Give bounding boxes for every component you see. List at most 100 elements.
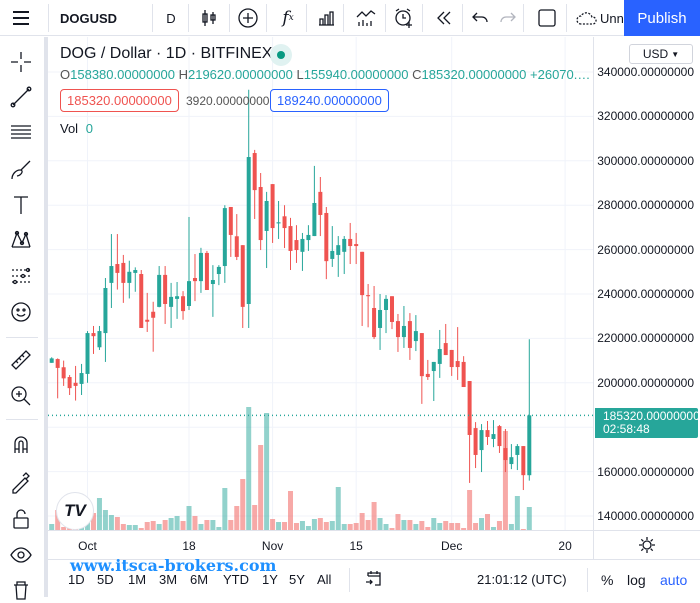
brush-icon[interactable] (8, 157, 34, 183)
currency-select[interactable]: USD ▼ (629, 44, 693, 64)
go-to-date-icon[interactable] (365, 570, 383, 591)
range-3m[interactable]: 3M (159, 572, 177, 587)
volume-bar (240, 479, 246, 530)
volume-bar (514, 496, 520, 530)
tradingview-logo[interactable]: TV (56, 492, 94, 530)
ruler-icon[interactable] (8, 347, 34, 373)
price-axis[interactable]: USD ▼ 340000.00000000 320000.00000000 30000… (593, 37, 700, 530)
candle-body (139, 274, 144, 328)
volume-bar (329, 521, 335, 530)
layout-name[interactable]: Unn (600, 0, 624, 36)
add-symbol-icon[interactable] (236, 0, 260, 36)
candle-body (324, 212, 329, 262)
undo-icon[interactable] (469, 0, 491, 36)
candle-body (228, 206, 233, 235)
divider (266, 4, 267, 32)
candle-body (234, 236, 239, 257)
range-6m[interactable]: 6M (190, 572, 208, 587)
layout-icon[interactable] (535, 0, 559, 36)
magnet-icon[interactable] (8, 432, 34, 458)
volume-bar (264, 413, 270, 530)
emoji-icon[interactable] (8, 299, 34, 325)
buy-button[interactable]: 189240.00000000 (270, 89, 389, 112)
range-1y[interactable]: 1Y (262, 572, 278, 587)
volume-bar (180, 521, 186, 530)
high-value: 219620.00000000 (187, 67, 293, 82)
bar-chart-icon[interactable] (314, 0, 338, 36)
volume-bar (192, 516, 198, 530)
percent-toggle[interactable]: % (601, 572, 613, 588)
open-value: 158380.00000000 (70, 67, 175, 82)
range-all[interactable]: All (317, 572, 331, 587)
redo-icon[interactable] (497, 0, 519, 36)
volume-bar (473, 523, 479, 530)
divider (349, 568, 350, 592)
range-1d[interactable]: 1D (68, 572, 85, 587)
volume-bar (419, 521, 425, 530)
publish-button[interactable]: Publish (624, 0, 700, 36)
candle-body (216, 266, 221, 275)
candle-body (348, 238, 353, 247)
candle-body (282, 216, 287, 229)
cloud-icon[interactable] (574, 0, 600, 36)
ohlc-values: O158380.00000000 H219620.00000000 L15594… (60, 67, 591, 82)
volume-bar (228, 520, 234, 530)
drawing-toolbar (0, 37, 48, 600)
divider (6, 337, 38, 338)
volume-bar (443, 521, 449, 530)
lock-icon[interactable] (8, 506, 34, 532)
volume-bar (144, 522, 150, 530)
alert-icon[interactable] (392, 0, 416, 36)
candle-body (97, 331, 102, 348)
symbol-search-button[interactable]: DOGUSD (60, 0, 117, 36)
candle-body (336, 245, 341, 255)
range-5y[interactable]: 5Y (289, 572, 305, 587)
candle-body (145, 319, 150, 322)
volume-bar (467, 490, 473, 530)
crosshair-icon[interactable] (8, 49, 34, 75)
replay-icon[interactable] (432, 0, 456, 36)
volume-bar (395, 514, 401, 530)
volume-legend: Vol 0 (60, 121, 93, 136)
pattern-icon[interactable] (8, 227, 34, 253)
zoom-in-icon[interactable] (8, 383, 34, 409)
horizontal-lines-icon[interactable] (8, 119, 34, 145)
candle-body (85, 333, 90, 374)
interval-button[interactable]: D (160, 0, 182, 36)
candle-body (509, 457, 514, 465)
prediction-icon[interactable] (8, 263, 34, 289)
lock-drawing-icon[interactable] (8, 469, 34, 495)
menu-icon[interactable] (6, 0, 36, 36)
candle-body (431, 361, 436, 372)
trend-line-icon[interactable] (8, 84, 34, 110)
range-ytd[interactable]: YTD (223, 572, 249, 587)
volume-bar (246, 407, 252, 530)
range-5d[interactable]: 5D (97, 572, 114, 587)
divider (587, 568, 588, 592)
sell-button[interactable]: 185320.00000000 (60, 89, 179, 112)
candle-body (395, 321, 400, 338)
time-axis[interactable]: Oct 18 Nov 15 Dec 20 (48, 530, 700, 559)
volume-bar (293, 523, 299, 530)
log-toggle[interactable]: log (627, 572, 646, 588)
trash-icon[interactable] (8, 577, 34, 603)
change-value: +26070.… (530, 67, 591, 82)
clock-time[interactable]: 21:01:12 (UTC) (477, 572, 567, 587)
text-icon[interactable] (8, 192, 34, 218)
candle-body (318, 191, 323, 215)
candle-body (527, 415, 532, 476)
settings-icon[interactable] (638, 536, 656, 557)
last-price-label: 185320.00000000 02:58:48 (595, 408, 700, 438)
candle-body (330, 250, 335, 259)
indicators-icon[interactable]: fx (276, 0, 300, 36)
auto-toggle[interactable]: auto (660, 572, 687, 588)
candle-body (437, 349, 442, 364)
eye-icon[interactable] (8, 542, 34, 568)
range-1m[interactable]: 1M (128, 572, 146, 587)
candles-icon[interactable] (197, 0, 221, 36)
compare-icon[interactable] (354, 0, 378, 36)
candle-body (401, 325, 406, 338)
candle-body (288, 226, 293, 251)
candle-body (49, 358, 54, 363)
volume-bar (335, 487, 341, 530)
